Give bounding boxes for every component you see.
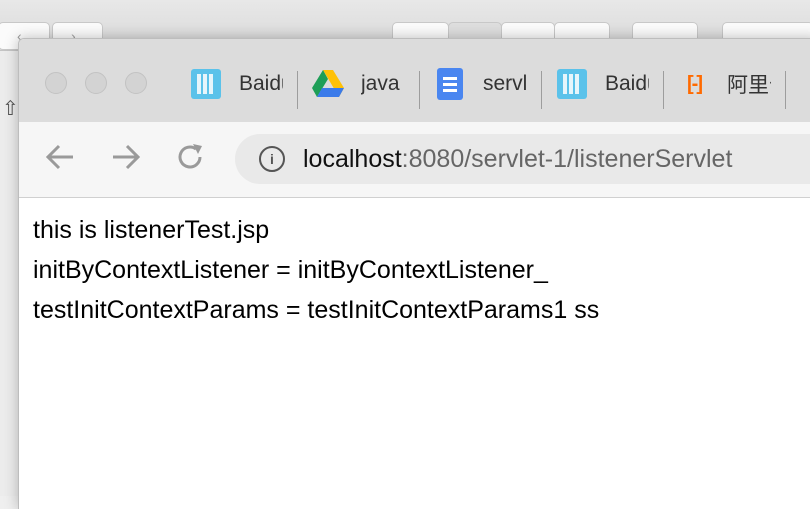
arrow-left-icon xyxy=(45,144,73,170)
tab-aliyun-2[interactable]: [ xyxy=(797,68,810,100)
tab-divider xyxy=(663,71,664,109)
tab-aliyun[interactable]: [-] 阿里云 xyxy=(678,68,771,100)
page-line-init-params: testInitContextParams = testInitContextP… xyxy=(33,296,600,324)
tab-divider xyxy=(541,71,542,109)
url-path: :8080/servlet-1/listenerServlet xyxy=(401,144,733,173)
tab-baidu-2[interactable]: Baidu xyxy=(556,68,649,100)
page-line-title: this is listenerTest.jsp xyxy=(33,216,270,244)
back-button[interactable] xyxy=(43,140,77,174)
tab-divider xyxy=(297,71,298,109)
reload-icon xyxy=(178,144,202,169)
minimize-window-button[interactable] xyxy=(85,72,107,94)
url-text: localhost:8080/servlet-1/listenerServlet xyxy=(303,145,732,174)
address-bar[interactable]: i localhost:8080/servlet-1/listenerServl… xyxy=(235,134,810,184)
page-line-init-listener: initByContextListener = initByContextLis… xyxy=(33,256,548,284)
tab-java[interactable]: java xyxy=(312,68,405,100)
info-icon[interactable]: i xyxy=(259,146,285,172)
close-window-button[interactable] xyxy=(45,72,67,94)
browser-window: Baidu java servlet Baidu xyxy=(18,38,810,509)
tab-title: Baidu xyxy=(605,72,649,95)
tab-title: 阿里云 xyxy=(727,74,771,97)
browser-toolbar: i localhost:8080/servlet-1/listenerServl… xyxy=(19,122,810,198)
tab-divider xyxy=(785,71,786,109)
tab-title: servlet xyxy=(483,72,527,95)
tab-servlet[interactable]: servlet xyxy=(434,68,527,100)
page-content: this is listenerTest.jsp initByContextLi… xyxy=(19,198,810,509)
baidu-icon xyxy=(190,68,222,100)
tab-strip: Baidu java servlet Baidu xyxy=(19,39,810,122)
forward-button[interactable] xyxy=(109,140,143,174)
reload-button[interactable] xyxy=(173,140,207,174)
tab-divider xyxy=(419,71,420,109)
zoom-window-button[interactable] xyxy=(125,72,147,94)
tab-title: java xyxy=(361,72,400,95)
aliyun-icon: [-] xyxy=(687,72,703,95)
tab-baidu[interactable]: Baidu xyxy=(190,68,283,100)
sidebar-arrow-icon: ⇧ xyxy=(2,98,19,120)
google-docs-icon xyxy=(434,68,466,100)
arrow-right-icon xyxy=(113,144,141,170)
aliyun-icon: [ xyxy=(797,68,810,100)
google-drive-icon xyxy=(312,68,344,100)
baidu-icon xyxy=(556,68,588,100)
url-host: localhost xyxy=(303,144,402,173)
tab-title: Baidu xyxy=(239,72,283,95)
